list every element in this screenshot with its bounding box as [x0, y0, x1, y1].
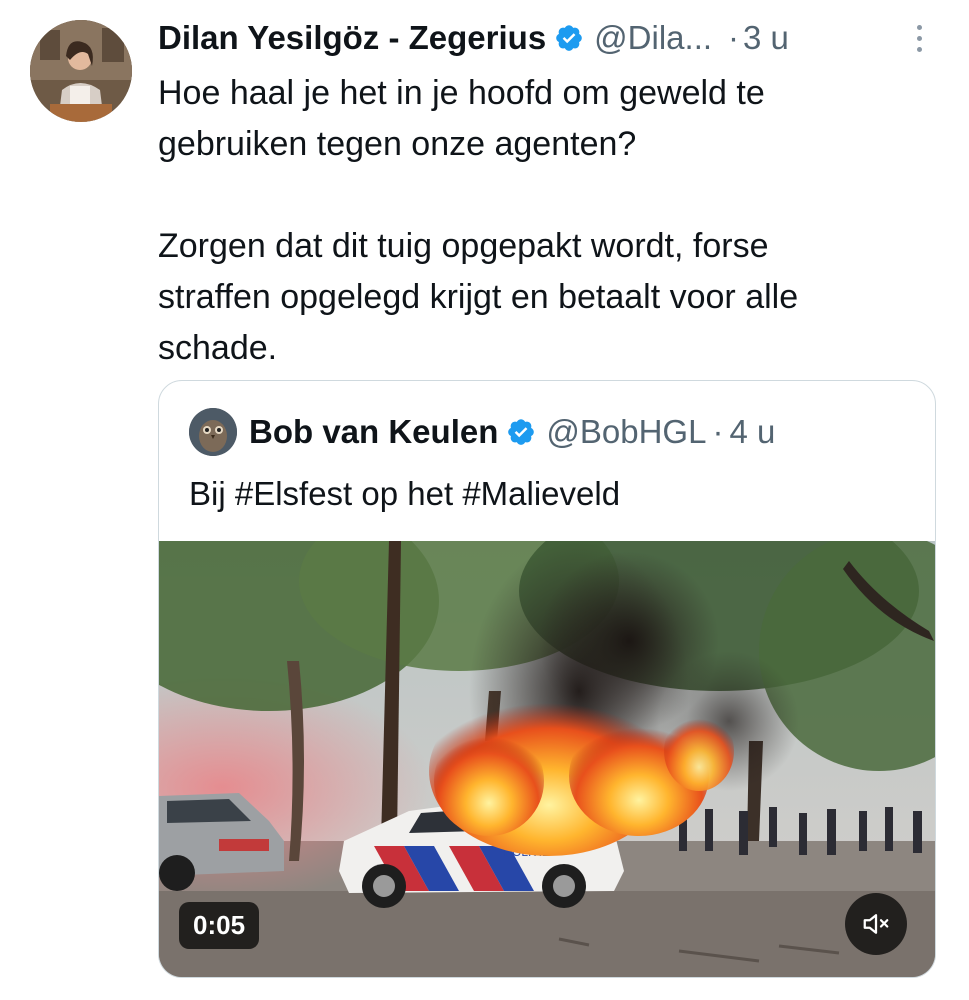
quoted-tweet-time: 4 u — [729, 413, 776, 450]
separator-dot: · — [712, 413, 724, 450]
verified-badge-icon — [556, 25, 582, 51]
video-frame: POLITIE — [159, 541, 935, 977]
quoted-author-avatar-image — [189, 408, 237, 456]
speaker-muted-icon — [863, 914, 889, 934]
mute-icon[interactable] — [845, 893, 907, 955]
quoted-author-avatar — [189, 408, 237, 456]
video-duration: 0:05 — [179, 902, 260, 949]
quoted-tweet-header: Bob van Keulen @BobHGL · 4 u — [189, 407, 775, 457]
tweet-text: Hoe haal je het in je hoofd om geweld te… — [158, 74, 799, 367]
tweet[interactable]: Dilan Yesilgöz - Zegerius @Dila... · 3 u… — [0, 0, 969, 1000]
quoted-author-name: Bob van Keulen — [249, 413, 499, 450]
verified-badge-icon — [508, 419, 535, 445]
author-avatar[interactable] — [30, 20, 132, 122]
author-name[interactable]: Dilan Yesilgöz - Zegerius — [158, 19, 546, 57]
more-options-icon[interactable] — [904, 18, 934, 58]
separator-dot: · — [728, 19, 740, 56]
tweet-time[interactable]: 3 u — [743, 19, 789, 57]
author-handle[interactable]: @Dila... — [594, 19, 712, 57]
quoted-tweet[interactable]: Bob van Keulen @BobHGL · 4 u Bij #Elsfes… — [158, 380, 936, 978]
video-player[interactable]: POLITIE 0:05 — [159, 541, 935, 977]
tweet-header: Dilan Yesilgöz - Zegerius @Dila... · 3 u — [158, 16, 928, 60]
quoted-tweet-text: Bij #Elsfest op het #Malieveld — [189, 475, 621, 512]
quoted-author-handle: @BobHGL — [546, 413, 707, 450]
author-avatar-image — [30, 20, 132, 122]
